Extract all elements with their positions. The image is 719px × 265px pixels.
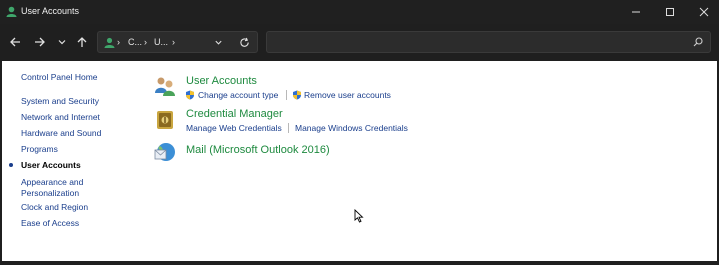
category-user-accounts-title[interactable]: User Accounts	[186, 75, 257, 87]
close-icon	[699, 7, 709, 17]
active-item-bullet	[9, 163, 13, 167]
user-accounts-location-icon	[104, 37, 115, 48]
remove-user-accounts-link[interactable]: Remove user accounts	[304, 90, 391, 100]
category-credential-manager-title[interactable]: Credential Manager	[186, 108, 283, 120]
search-box[interactable]	[266, 31, 711, 53]
user-accounts-app-icon	[6, 6, 17, 17]
back-button[interactable]	[6, 33, 24, 51]
arrow-right-icon	[35, 37, 45, 47]
manage-web-credentials-link[interactable]: Manage Web Credentials	[186, 123, 282, 133]
search-icon[interactable]	[693, 37, 703, 47]
mouse-pointer-icon	[354, 209, 364, 223]
sidebar-item-system-and-security[interactable]: System and Security	[21, 96, 99, 106]
arrow-up-icon	[77, 37, 87, 47]
minimize-icon	[632, 11, 640, 13]
sidebar-item-programs[interactable]: Programs	[21, 144, 58, 154]
address-dropdown-icon[interactable]	[214, 38, 223, 47]
maximize-icon	[666, 8, 674, 16]
sidebar-item-hardware-and-sound[interactable]: Hardware and Sound	[21, 128, 101, 138]
address-bar[interactable]: › C... › U... ›	[97, 31, 258, 53]
sidebar-item-network-and-internet[interactable]: Network and Internet	[21, 112, 100, 122]
sidebar-item-clock-and-region[interactable]: Clock and Region	[21, 202, 88, 212]
content-area: Control Panel Home System and Security N…	[2, 61, 717, 261]
refresh-icon[interactable]	[239, 37, 250, 48]
breadcrumb-control-panel[interactable]: C...	[128, 37, 142, 47]
link-separator	[286, 90, 287, 100]
minimize-button[interactable]	[619, 0, 653, 24]
credential-vault-icon[interactable]	[154, 109, 176, 131]
recent-locations-button[interactable]	[53, 33, 71, 51]
uac-shield-icon	[293, 90, 301, 100]
arrow-left-icon	[10, 37, 20, 47]
up-button[interactable]	[73, 33, 91, 51]
chevron-down-icon	[58, 40, 66, 45]
sidebar-item-appearance-and-personalization[interactable]: Appearance and Personalization	[21, 177, 101, 199]
search-input[interactable]	[271, 34, 685, 52]
close-button[interactable]	[687, 0, 719, 24]
breadcrumb-user-accounts[interactable]: U...	[154, 37, 168, 47]
users-icon[interactable]	[154, 75, 176, 97]
breadcrumb-separator-icon: ›	[144, 37, 147, 47]
change-account-type-link[interactable]: Change account type	[198, 90, 278, 100]
maximize-button[interactable]	[653, 0, 687, 24]
sidebar-item-user-accounts[interactable]: User Accounts	[21, 160, 81, 170]
sidebar-control-panel-home[interactable]: Control Panel Home	[21, 72, 98, 82]
title-bar: User Accounts	[0, 0, 719, 24]
category-mail-title[interactable]: Mail (Microsoft Outlook 2016)	[186, 144, 330, 156]
sidebar-item-ease-of-access[interactable]: Ease of Access	[21, 218, 79, 228]
uac-shield-icon	[186, 90, 194, 100]
breadcrumb-separator-icon: ›	[172, 37, 175, 47]
window-title: User Accounts	[21, 6, 80, 16]
forward-button[interactable]	[31, 33, 49, 51]
manage-windows-credentials-link[interactable]: Manage Windows Credentials	[295, 123, 408, 133]
breadcrumb-separator-icon: ›	[117, 37, 120, 47]
mail-icon[interactable]	[154, 141, 176, 163]
link-separator	[288, 123, 289, 133]
